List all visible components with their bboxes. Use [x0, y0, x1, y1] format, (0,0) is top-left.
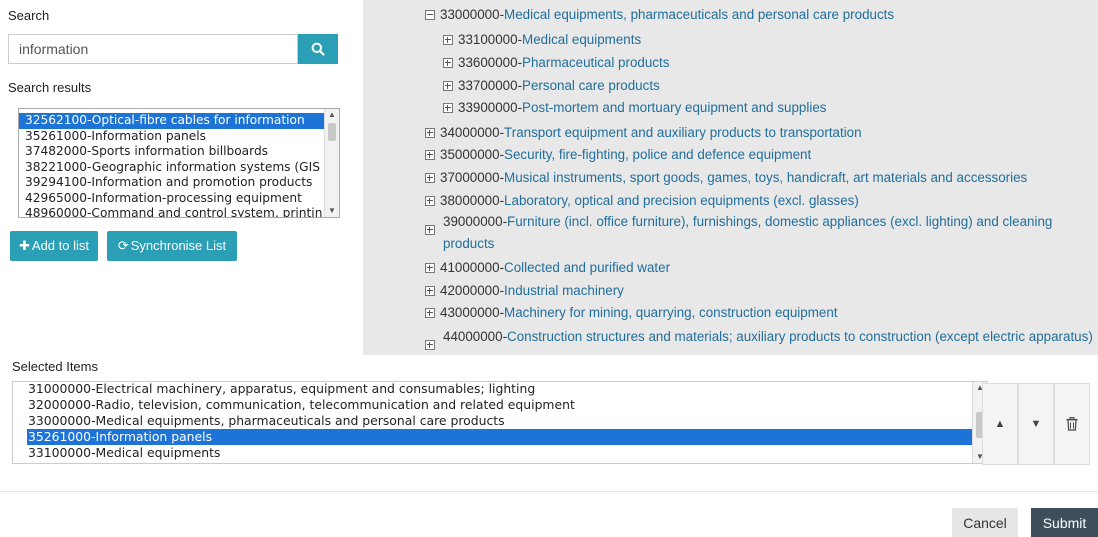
search-input[interactable]: information [8, 34, 298, 64]
tree-node[interactable]: 33600000-Pharmaceutical products [443, 54, 669, 72]
expand-icon[interactable] [425, 128, 435, 138]
selected-items-list[interactable]: 31000000-Electrical machinery, apparatus… [12, 381, 988, 464]
selected-item[interactable]: 31000000-Electrical machinery, apparatus… [13, 382, 973, 397]
expand-icon[interactable] [425, 263, 435, 273]
cancel-button[interactable]: Cancel [952, 508, 1018, 537]
expand-icon[interactable] [425, 150, 435, 160]
tree-node-link[interactable]: Post-mortem and mortuary equipment and s… [522, 100, 826, 115]
cpv-tree-panel: 33000000-Medical equipments, pharmaceuti… [363, 0, 1098, 355]
footer-divider [0, 491, 1098, 492]
tree-node[interactable]: 33000000-Medical equipments, pharmaceuti… [425, 6, 894, 24]
expand-icon[interactable] [443, 58, 453, 68]
tree-node-code: 33600000- [458, 55, 523, 70]
collapse-icon[interactable] [425, 10, 435, 20]
tree-node-code: 34000000- [440, 125, 505, 140]
expand-icon[interactable] [443, 35, 453, 45]
synchronise-list-button[interactable]: ⟳ Synchronise List [107, 231, 237, 261]
expand-icon[interactable] [425, 286, 435, 296]
tree-node-link[interactable]: Medical equipments [522, 32, 641, 47]
expand-icon[interactable] [425, 196, 435, 206]
search-result-item[interactable]: 42965000-Information-processing equipmen… [19, 191, 325, 207]
move-up-button[interactable]: ▲ [982, 383, 1018, 465]
tree-node[interactable]: 44000000-Construction structures and mat… [425, 326, 1098, 350]
tree-node-code: 39000000- [443, 214, 508, 229]
synchronise-list-label: Synchronise List [130, 238, 227, 253]
tree-node-link[interactable]: Musical instruments, sport goods, games,… [504, 170, 1027, 185]
tree-node-code: 35000000- [440, 147, 505, 162]
tree-node-code: 38000000- [440, 193, 505, 208]
caret-up-icon: ▲ [994, 418, 1006, 430]
expand-icon[interactable] [443, 81, 453, 91]
tree-node[interactable]: 34000000-Transport equipment and auxilia… [425, 124, 862, 142]
expand-icon[interactable] [425, 308, 435, 318]
tree-node-link[interactable]: Security, fire-fighting, police and defe… [504, 147, 811, 162]
tree-node[interactable]: 37000000-Musical instruments, sport good… [425, 169, 1027, 187]
tree-node-code: 37000000- [440, 170, 505, 185]
expand-icon[interactable] [425, 225, 435, 235]
tree-node-code: 43000000- [440, 305, 505, 320]
expand-icon[interactable] [425, 173, 435, 183]
search-results-label: Search results [8, 80, 92, 95]
search-result-item[interactable]: 48960000-Command and control system, pri… [19, 206, 325, 217]
plus-icon: ✚ [19, 238, 30, 253]
tree-node-code: 41000000- [440, 260, 505, 275]
expand-icon[interactable] [425, 340, 435, 350]
tree-node[interactable]: 38000000-Laboratory, optical and precisi… [425, 192, 859, 210]
tree-node[interactable]: 43000000-Machinery for mining, quarrying… [425, 304, 838, 322]
trash-icon [1066, 417, 1078, 431]
tree-node[interactable]: 35000000-Security, fire-fighting, police… [425, 146, 811, 164]
search-button[interactable] [298, 34, 338, 64]
tree-node-link[interactable]: Personal care products [522, 78, 660, 93]
search-label: Search [8, 8, 50, 23]
selected-item[interactable]: 33000000-Medical equipments, pharmaceuti… [13, 413, 973, 429]
tree-node-code: 44000000- [443, 329, 508, 344]
selected-item[interactable]: 33100000-Medical equipments [13, 445, 973, 461]
tree-node-code: 33900000- [458, 100, 523, 115]
search-result-item[interactable]: 38221000-Geographic information systems … [19, 160, 325, 176]
tree-node-link[interactable]: Collected and purified water [504, 260, 670, 275]
tree-node[interactable]: 33100000-Medical equipments [443, 31, 641, 49]
search-icon [311, 42, 325, 56]
tree-node[interactable]: 41000000-Collected and purified water [425, 259, 670, 277]
tree-node-code: 33700000- [458, 78, 523, 93]
tree-node-link[interactable]: Transport equipment and auxiliary produc… [504, 125, 862, 140]
search-result-item[interactable]: 37482000-Sports information billboards [19, 144, 325, 160]
caret-down-icon: ▼ [1030, 418, 1042, 430]
search-result-item[interactable]: 35261000-Information panels [19, 129, 325, 145]
scroll-up-icon[interactable]: ▲ [325, 109, 339, 121]
add-to-list-button[interactable]: ✚ Add to list [10, 231, 98, 261]
search-results-list[interactable]: 32562100-Optical-fibre cables for inform… [18, 108, 340, 218]
tree-node-link[interactable]: Furniture (incl. office furniture), furn… [443, 214, 1052, 251]
submit-button[interactable]: Submit [1031, 508, 1098, 537]
selected-items-label: Selected Items [12, 359, 98, 374]
tree-node-link[interactable]: Industrial machinery [504, 283, 624, 298]
move-down-button[interactable]: ▼ [1018, 383, 1054, 465]
tree-node[interactable]: 39000000-Furniture (incl. office furnitu… [425, 211, 1098, 255]
tree-node-link[interactable]: Construction structures and materials; a… [507, 329, 1093, 344]
tree-node-link[interactable]: Medical equipments, pharmaceuticals and … [504, 7, 894, 22]
tree-node-link[interactable]: Laboratory, optical and precision equipm… [504, 193, 859, 208]
tree-node[interactable]: 33900000-Post-mortem and mortuary equipm… [443, 99, 826, 117]
search-result-item[interactable]: 39294100-Information and promotion produ… [19, 175, 325, 191]
search-result-item[interactable]: 32562100-Optical-fibre cables for inform… [19, 113, 325, 129]
tree-node-code: 42000000- [440, 283, 505, 298]
tree-node-code: 33000000- [440, 7, 505, 22]
refresh-icon: ⟳ [117, 238, 129, 253]
scroll-thumb[interactable] [328, 123, 336, 141]
add-to-list-label: Add to list [31, 238, 89, 253]
delete-button[interactable] [1054, 383, 1090, 465]
tree-node-code: 33100000- [458, 32, 523, 47]
tree-node-link[interactable]: Machinery for mining, quarrying, constru… [504, 305, 837, 320]
tree-node-link[interactable]: Pharmaceutical products [522, 55, 669, 70]
tree-node[interactable]: 42000000-Industrial machinery [425, 282, 624, 300]
tree-node[interactable]: 33700000-Personal care products [443, 77, 660, 95]
expand-icon[interactable] [443, 103, 453, 113]
results-scrollbar[interactable]: ▲ ▼ [324, 109, 339, 217]
scroll-down-icon[interactable]: ▼ [325, 205, 339, 217]
selected-item[interactable]: 32000000-Radio, television, communicatio… [13, 397, 973, 413]
selected-item[interactable]: 35261000-Information panels [27, 429, 973, 445]
